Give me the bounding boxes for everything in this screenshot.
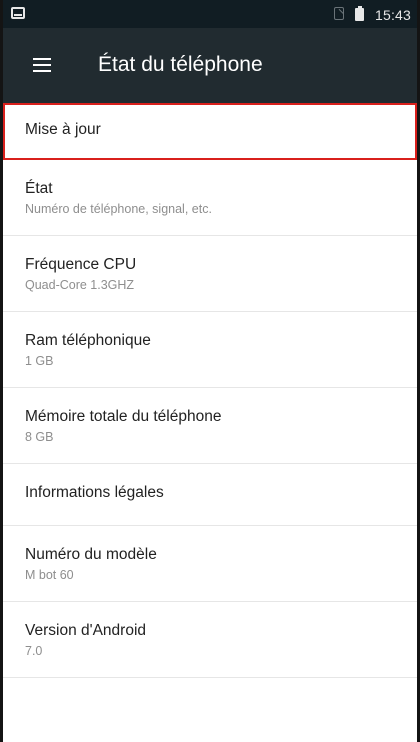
settings-item-legal-info[interactable]: Informations légales (3, 464, 417, 526)
settings-item-subtitle: Quad-Core 1.3GHZ (25, 278, 135, 292)
hamburger-menu-icon[interactable] (33, 58, 51, 72)
settings-item-title: Version d'Android (25, 622, 147, 639)
battery-icon (355, 6, 364, 21)
settings-item-android-version[interactable]: Version d'Android 7.0 (3, 602, 417, 678)
status-bar: 15:43 (3, 0, 417, 28)
settings-item-title: État (25, 180, 53, 197)
settings-item-model-number[interactable]: Numéro du modèle M bot 60 (3, 526, 417, 602)
settings-item-title: Informations légales (25, 484, 164, 501)
no-sim-icon (334, 7, 344, 20)
settings-item-subtitle: 8 GB (25, 430, 54, 444)
settings-item-total-storage[interactable]: Mémoire totale du téléphone 8 GB (3, 388, 417, 464)
settings-item-subtitle: M bot 60 (25, 568, 74, 582)
settings-item-subtitle: 7.0 (25, 644, 43, 658)
settings-item-system-update[interactable]: Mise à jour (3, 103, 417, 160)
settings-list: Mise à jour État Numéro de téléphone, si… (3, 103, 417, 678)
settings-item-status[interactable]: État Numéro de téléphone, signal, etc. (3, 160, 417, 236)
status-time: 15:43 (375, 7, 412, 23)
page-title: État du téléphone (98, 53, 263, 76)
phone-screen: 15:43 État du téléphone Mise à jour État… (0, 0, 420, 742)
settings-item-title: Mémoire totale du téléphone (25, 408, 222, 425)
settings-item-title: Fréquence CPU (25, 256, 137, 273)
app-notification-icon (11, 7, 25, 19)
settings-item-title: Numéro du modèle (25, 546, 157, 563)
settings-item-title: Ram téléphonique (25, 332, 151, 349)
settings-item-ram[interactable]: Ram téléphonique 1 GB (3, 312, 417, 388)
app-toolbar: État du téléphone (3, 28, 417, 103)
settings-item-title: Mise à jour (25, 121, 101, 138)
settings-item-cpu-frequency[interactable]: Fréquence CPU Quad-Core 1.3GHZ (3, 236, 417, 312)
settings-item-subtitle: Numéro de téléphone, signal, etc. (25, 202, 212, 216)
settings-item-subtitle: 1 GB (25, 354, 54, 368)
